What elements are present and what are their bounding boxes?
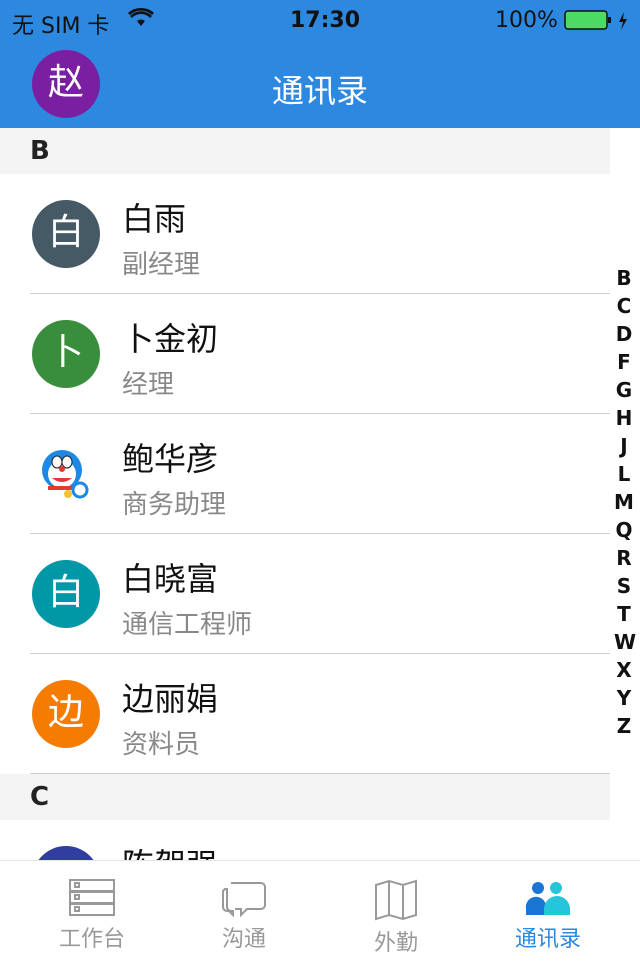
- status-bar: 无 SIM 卡 17:30 100%: [0, 0, 640, 40]
- index-letter[interactable]: T: [614, 600, 634, 628]
- contact-title: 通信工程师: [122, 610, 253, 640]
- contact-list[interactable]: B白白雨副经理卜卜金初经理鲍华彦商务助理白白晓富通信工程师边边丽娟资料员C陈贺强: [0, 128, 610, 860]
- battery-icon: [564, 10, 634, 38]
- page-title: 通讯录: [271, 72, 368, 110]
- server-stack-icon: [69, 879, 115, 916]
- battery-percent: 100%: [495, 8, 558, 33]
- contact-avatar: 白: [32, 560, 100, 628]
- index-letter[interactable]: H: [614, 404, 634, 432]
- index-letter[interactable]: B: [614, 264, 634, 292]
- contact-name: 卜金初: [122, 320, 219, 358]
- contact-title: 商务助理: [122, 490, 227, 520]
- tab-field[interactable]: 外勤: [316, 861, 476, 961]
- contact-row[interactable]: 卜卜金初经理: [0, 294, 610, 414]
- contact-title: 资料员: [122, 730, 201, 760]
- tab-workbench[interactable]: 工作台: [12, 861, 172, 961]
- alphabet-index[interactable]: BCDFGHJLMQRSTWXYZ: [614, 264, 636, 740]
- index-letter[interactable]: Z: [614, 712, 634, 740]
- contact-avatar: 边: [32, 680, 100, 748]
- index-letter[interactable]: Y: [614, 684, 634, 712]
- index-letter[interactable]: G: [614, 376, 634, 404]
- contact-title: 经理: [122, 370, 175, 400]
- divider: [30, 773, 610, 774]
- contact-avatar: [32, 846, 100, 860]
- index-letter[interactable]: L: [614, 460, 634, 488]
- wifi-icon: [128, 6, 154, 34]
- contact-name: 白晓富: [122, 560, 219, 598]
- tab-chat[interactable]: 沟通: [164, 861, 324, 961]
- doraemon-avatar-icon: [32, 440, 100, 508]
- clock: 17:30: [290, 8, 361, 33]
- index-letter[interactable]: X: [614, 656, 634, 684]
- tab-contacts[interactable]: 通讯录: [468, 861, 628, 961]
- index-letter[interactable]: D: [614, 320, 634, 348]
- contact-row[interactable]: 白白雨副经理: [0, 174, 610, 294]
- contact-row[interactable]: 白白晓富通信工程师: [0, 534, 610, 654]
- contacts-icon: [525, 882, 570, 915]
- contact-name: 陈贺强: [122, 840, 218, 860]
- index-letter[interactable]: R: [614, 544, 634, 572]
- section-header: B: [0, 128, 610, 174]
- contact-row[interactable]: 鲍华彦 商务助理: [0, 414, 610, 534]
- index-letter[interactable]: F: [614, 348, 634, 376]
- index-letter[interactable]: W: [614, 628, 636, 656]
- tab-label: 通讯录: [514, 927, 581, 952]
- index-letter[interactable]: Q: [614, 516, 634, 544]
- nav-bar: 赵 通讯录: [0, 40, 640, 128]
- index-letter[interactable]: M: [614, 488, 634, 516]
- contact-name: 边丽娟: [122, 680, 219, 718]
- index-letter[interactable]: J: [614, 432, 634, 460]
- contact-row[interactable]: 边边丽娟资料员: [0, 654, 610, 774]
- map-icon: [375, 879, 417, 921]
- contact-avatar: 白: [32, 200, 100, 268]
- chat-bubbles-icon: [222, 882, 266, 917]
- index-letter[interactable]: C: [614, 292, 634, 320]
- contact-title: 副经理: [122, 250, 201, 280]
- carrier: 无 SIM 卡: [12, 14, 110, 39]
- tab-label: 外勤: [373, 931, 418, 956]
- tab-bar: 工作台 沟通 外勤 通讯录: [0, 860, 640, 960]
- contact-name: 白雨: [122, 200, 187, 238]
- tab-label: 沟通: [221, 927, 266, 952]
- contact-row[interactable]: 陈贺强: [0, 820, 610, 860]
- tab-label: 工作台: [58, 927, 125, 952]
- index-letter[interactable]: S: [614, 572, 634, 600]
- section-header: C: [0, 774, 610, 820]
- contact-name: 鲍华彦: [122, 440, 219, 478]
- contact-avatar: 卜: [32, 320, 100, 388]
